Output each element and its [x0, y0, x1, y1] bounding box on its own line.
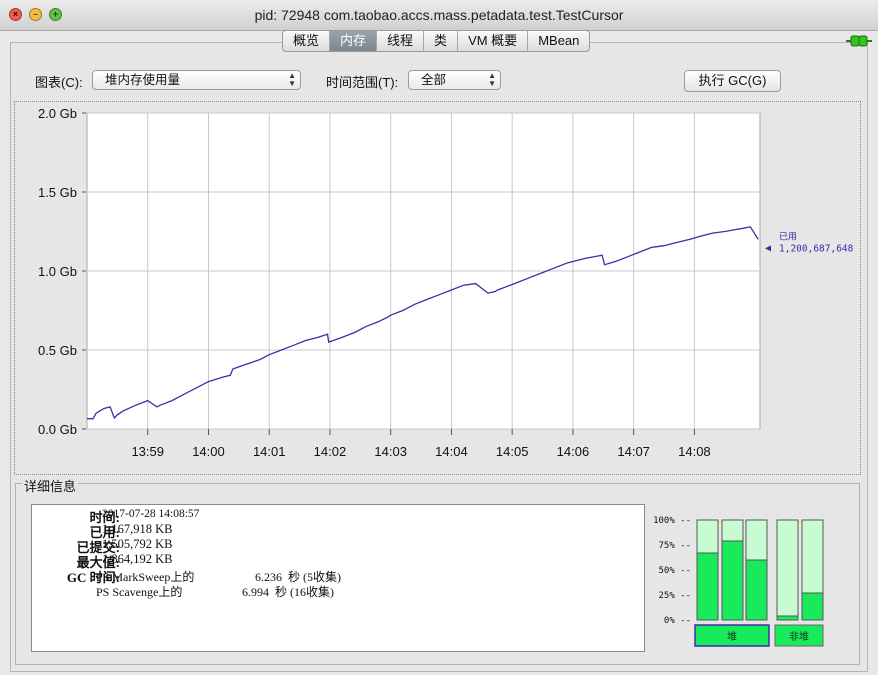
x-tick-label: 14:00	[192, 444, 225, 459]
memory-pools-chart: 100% -- 75% -- 50% -- 25% -- 0% -- 堆 非堆	[653, 516, 824, 647]
title-bar: × – + pid: 72948 com.taobao.accs.mass.pe…	[0, 0, 878, 31]
detail-value-committed: 1,505,792 KB	[102, 537, 173, 551]
time-range-select[interactable]: 全部 ▲ ▼	[408, 70, 501, 90]
heap-pool-bar-fill	[745, 559, 768, 621]
x-tick-label: 14:03	[374, 444, 407, 459]
nonheap-pool-bar-fill	[801, 592, 824, 621]
x-tick-label: 14:06	[557, 444, 590, 459]
gc-collector-unit: 秒 (16收集)	[275, 585, 334, 599]
nonheap-pool-bar-fill	[776, 615, 799, 621]
heap-pool-bar-fill	[696, 552, 719, 621]
y-tick-label: 2.0 Gb	[38, 106, 77, 121]
time-range-value: 全部	[421, 73, 447, 87]
legend-label: 已用	[779, 231, 797, 242]
updown-arrows-icon: ▲ ▼	[288, 71, 296, 88]
chart-select-value: 堆内存使用量	[105, 73, 181, 87]
x-tick-label: 14:04	[435, 444, 468, 459]
legend-marker	[765, 245, 771, 252]
pool-y-tick: 25% --	[658, 591, 691, 601]
x-tick-label: 14:05	[496, 444, 529, 459]
tab-classes[interactable]: 类	[424, 31, 459, 51]
pool-y-tick: 100% --	[653, 516, 691, 526]
heap-pool-label: 堆	[727, 631, 737, 643]
y-tick-label: 0.0 Gb	[38, 422, 77, 437]
chart-select-label: 图表(C):	[35, 75, 83, 90]
nonheap-pool-label: 非堆	[789, 631, 809, 643]
tab-memory[interactable]: 内存	[330, 31, 378, 51]
tab-vm-summary[interactable]: VM 概要	[458, 31, 529, 51]
x-tick-label: 13:59	[131, 444, 164, 459]
tab-mbean[interactable]: MBean	[528, 31, 589, 51]
heap-usage-chart-svg: 0.0 Gb 0.5 Gb 1.0 Gb 1.5 Gb 2.0 Gb 13:59 14:00…	[38, 106, 854, 459]
tab-overview[interactable]: 概览	[283, 31, 331, 51]
pool-y-tick: 50% --	[658, 566, 691, 576]
y-tick-label: 1.5 Gb	[38, 185, 77, 200]
y-tick-label: 1.0 Gb	[38, 264, 77, 279]
gc-row-scavenge: PS Scavenge上的 6.994 秒 (16收集)	[96, 583, 334, 600]
details-info-box: 时间: 2017-07-28 14:08:57 已用: 1,167,918 KB…	[31, 504, 645, 652]
pool-y-tick: 0% --	[664, 616, 691, 626]
x-tick-label: 14:08	[678, 444, 711, 459]
connection-status-icon	[846, 35, 872, 47]
detail-value-time: 2017-07-28 14:08:57	[102, 508, 200, 520]
time-range-label: 时间范围(T):	[326, 75, 399, 90]
gc-collector-time: 6.994	[242, 585, 269, 599]
gc-collector-name: PS Scavenge上的	[96, 585, 183, 599]
y-tick-label: 0.5 Gb	[38, 343, 77, 358]
gc-collector-unit: 秒 (5收集)	[288, 570, 341, 584]
x-tick-label: 14:07	[617, 444, 650, 459]
heap-pool-bar-fill	[721, 540, 744, 621]
updown-arrows-icon: ▲ ▼	[488, 71, 496, 88]
detail-value-max: 1,864,192 KB	[102, 552, 173, 566]
legend-value: 1,200,687,648	[779, 243, 854, 254]
x-tick-label: 14:02	[314, 444, 347, 459]
window-title: pid: 72948 com.taobao.accs.mass.petadata…	[254, 7, 624, 23]
heap-usage-chart: 0.0 Gb 0.5 Gb 1.0 Gb 1.5 Gb 2.0 Gb 13:59 14:00…	[14, 101, 861, 475]
pool-y-tick: 75% --	[658, 541, 691, 551]
detail-value-used: 1,167,918 KB	[102, 522, 173, 536]
nonheap-pool-bar-track[interactable]	[776, 519, 799, 621]
details-title: 详细信息	[22, 476, 79, 495]
chart-select[interactable]: 堆内存使用量 ▲ ▼	[92, 70, 301, 90]
tab-threads[interactable]: 线程	[377, 31, 425, 51]
x-tick-label: 14:01	[253, 444, 286, 459]
perform-gc-button[interactable]: 执行 GC(G)	[684, 70, 781, 92]
tab-bar: 概览 内存 线程 类 VM 概要 MBean	[282, 30, 591, 52]
